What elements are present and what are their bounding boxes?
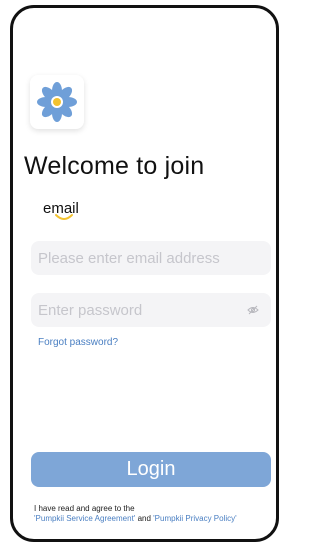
forgot-password-link[interactable]: Forgot password? xyxy=(38,337,118,348)
agreement-links-line: 'Pumpkii Service Agreement' and 'Pumpkii… xyxy=(34,514,237,524)
password-field-container xyxy=(31,293,271,327)
page-title: Welcome to join xyxy=(24,152,205,180)
active-tab-indicator xyxy=(55,214,73,220)
email-field-container xyxy=(31,241,271,275)
service-agreement-link[interactable]: 'Pumpkii Service Agreement' xyxy=(34,514,135,523)
email-field[interactable] xyxy=(31,241,271,275)
agreement-text: I have read and agree to the 'Pumpkii Se… xyxy=(34,504,237,524)
flower-logo-icon xyxy=(37,82,77,122)
privacy-policy-link[interactable]: 'Pumpkii Privacy Policy' xyxy=(153,514,237,523)
login-button[interactable]: Login xyxy=(31,452,271,487)
agreement-and-text: and xyxy=(137,514,151,523)
password-field[interactable] xyxy=(31,293,271,327)
eye-closed-icon[interactable] xyxy=(247,304,259,316)
app-logo xyxy=(30,75,84,129)
agreement-prefix: I have read and agree to the xyxy=(34,504,135,513)
